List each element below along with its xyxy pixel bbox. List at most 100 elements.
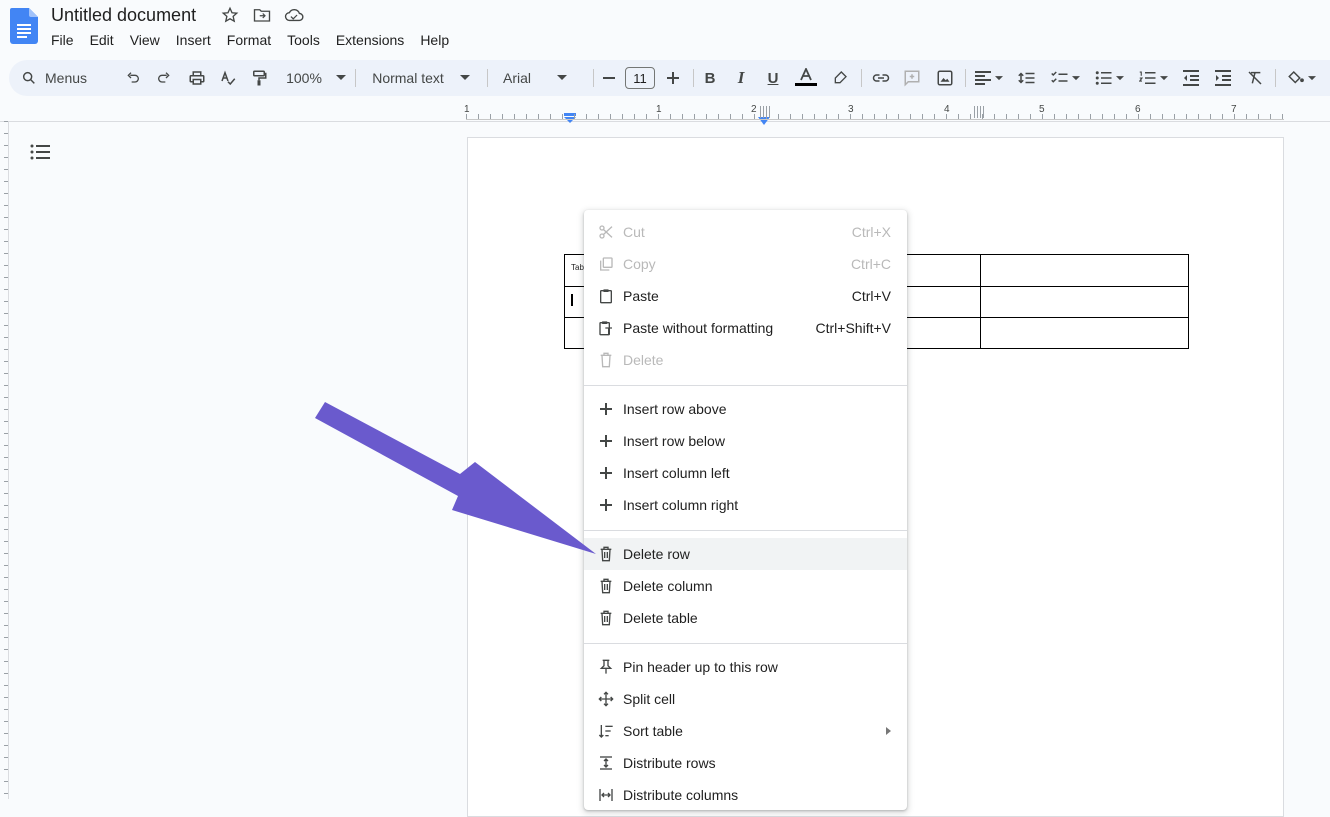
menu-item-insert-row-below[interactable]: Insert row below [584,425,907,457]
menu-item-distribute-rows[interactable]: Distribute rows [584,747,907,779]
menu-insert[interactable]: Insert [168,30,219,50]
decrease-font-size-icon[interactable] [599,60,619,96]
font-size-input[interactable]: 11 [625,67,655,89]
align-icon[interactable] [971,60,1007,96]
menu-file[interactable]: File [43,30,82,50]
insert-link-icon[interactable] [869,60,893,96]
menu-divider [584,530,907,531]
menu-item-label: Paste [623,288,659,304]
document-outline-icon[interactable] [30,144,52,162]
menu-item-label: Delete row [623,546,690,562]
checklist-icon[interactable] [1047,60,1083,96]
docs-logo-icon[interactable] [10,8,38,44]
menu-extensions[interactable]: Extensions [328,30,412,50]
table-cell[interactable] [980,286,1189,318]
menu-item-delete-column[interactable]: Delete column [584,570,907,602]
fill-color-icon[interactable] [1283,60,1319,96]
menu-item-label: Insert row above [623,401,727,417]
chevron-down-icon [335,75,346,81]
context-menu: Cut Ctrl+X Copy Ctrl+C Paste Ctrl+V Past… [584,210,907,810]
menu-item-pin-header[interactable]: Pin header up to this row [584,651,907,683]
menu-item-label: Distribute columns [623,787,739,803]
paint-format-icon[interactable] [247,60,271,96]
trash-icon [597,577,615,595]
menu-item-label: Delete column [623,578,713,594]
menu-item-delete-row[interactable]: Delete row [584,538,907,570]
menu-item-delete[interactable]: Delete [584,344,907,376]
font-select[interactable]: Arial [497,60,587,96]
bulleted-list-icon[interactable] [1091,60,1127,96]
menu-divider [584,385,907,386]
document-title[interactable]: Untitled document [51,4,196,26]
decrease-indent-icon[interactable] [1179,60,1203,96]
menu-item-insert-column-left[interactable]: Insert column left [584,457,907,489]
trash-icon [597,609,615,627]
redo-icon[interactable] [152,60,176,96]
menu-item-insert-column-right[interactable]: Insert column right [584,489,907,521]
menu-item-label: Split cell [623,691,676,707]
scissors-icon [597,223,615,241]
menubar: File Edit View Insert Format Tools Exten… [43,30,457,50]
paragraph-style-select[interactable]: Normal text [365,60,477,96]
increase-font-size-icon[interactable] [663,60,683,96]
menu-item-sort-table[interactable]: Sort table [584,715,907,747]
ruler-baseline [466,119,1284,120]
distribute-rows-icon [597,754,615,772]
table-cell-text: Tab [571,263,584,272]
menu-edit[interactable]: Edit [82,30,122,50]
menu-item-copy[interactable]: Copy Ctrl+C [584,248,907,280]
chevron-down-icon [459,75,470,81]
ruler-divider [0,121,1330,122]
table-cell[interactable] [980,254,1189,287]
menu-item-paste[interactable]: Paste Ctrl+V [584,280,907,312]
star-icon[interactable] [220,6,240,24]
search-menus-label: Menus [45,70,88,86]
menu-tools[interactable]: Tools [279,30,328,50]
highlight-color-icon[interactable] [829,60,851,96]
add-comment-icon[interactable] [900,60,924,96]
plus-icon [597,464,615,482]
vertical-ruler[interactable] [0,121,9,799]
insert-image-icon[interactable] [933,60,957,96]
menu-view[interactable]: View [122,30,168,50]
zoom-value: 100% [286,70,322,86]
plus-icon [597,400,615,418]
increase-indent-icon[interactable] [1211,60,1235,96]
ruler-ticks [466,114,1284,119]
print-icon[interactable] [185,60,209,96]
cloud-saved-icon[interactable] [284,6,304,24]
line-spacing-icon[interactable] [1015,60,1039,96]
spellcheck-icon[interactable] [216,60,240,96]
text-cursor [571,294,573,306]
underline-icon[interactable]: U [762,60,784,96]
menu-item-split-cell[interactable]: Split cell [584,683,907,715]
menu-item-delete-table[interactable]: Delete table [584,602,907,634]
bold-icon[interactable]: B [699,60,721,96]
menu-format[interactable]: Format [219,30,279,50]
table-cell[interactable] [980,317,1189,349]
move-folder-icon[interactable] [252,6,272,24]
menu-item-cut[interactable]: Cut Ctrl+X [584,216,907,248]
italic-icon[interactable]: I [730,60,752,96]
numbered-list-icon[interactable] [1135,60,1171,96]
undo-icon[interactable] [121,60,145,96]
plus-icon [597,432,615,450]
text-color-icon[interactable] [795,60,817,96]
search-icon [21,70,37,86]
menu-item-distribute-columns[interactable]: Distribute columns [584,779,907,811]
menu-help[interactable]: Help [412,30,457,50]
clear-formatting-icon[interactable] [1243,60,1267,96]
plus-icon [597,496,615,514]
search-menus-button[interactable]: Menus [21,60,117,96]
menu-divider [584,643,907,644]
menu-item-label: Distribute rows [623,755,716,771]
horizontal-ruler[interactable]: 1 1 2 3 4 5 6 7 [464,104,1284,125]
clipboard-text-icon [597,319,615,337]
menu-item-label: Delete table [623,610,698,626]
toolbar: Menus 100% Normal text Arial 11 B I U [9,60,1330,96]
menu-item-label: Insert column right [623,497,739,513]
menu-item-shortcut: Ctrl+C [850,256,891,272]
menu-item-insert-row-above[interactable]: Insert row above [584,393,907,425]
zoom-select[interactable]: 100% [281,60,351,96]
menu-item-paste-without-formatting[interactable]: Paste without formatting Ctrl+Shift+V [584,312,907,344]
